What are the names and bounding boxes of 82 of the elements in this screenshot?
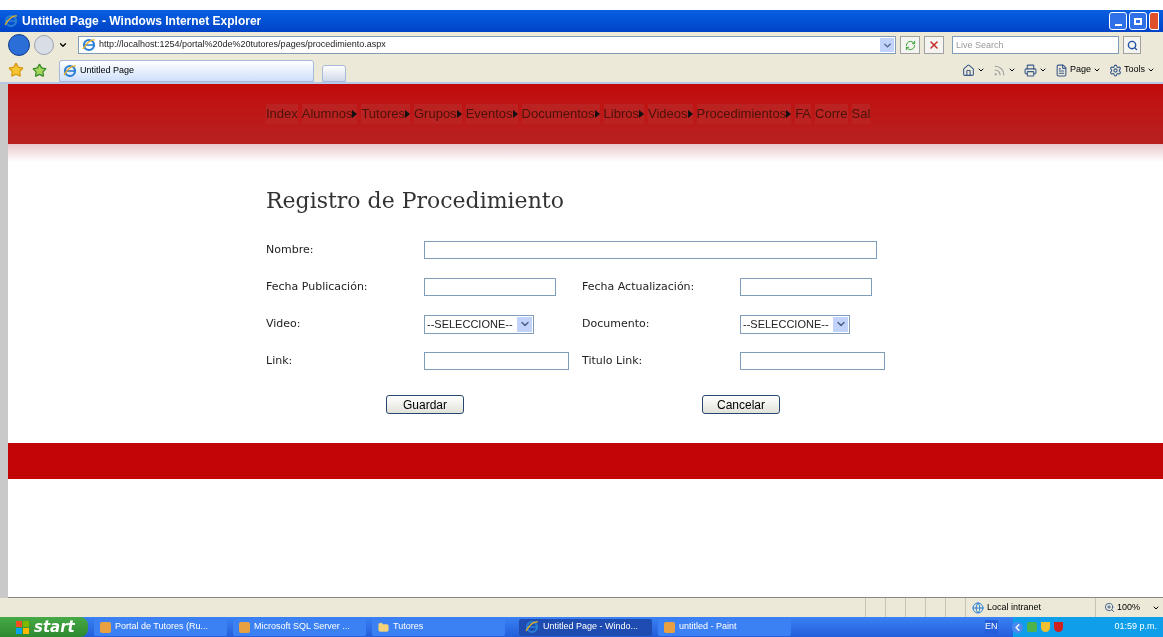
minimize-button[interactable]: [1109, 12, 1127, 30]
field-label: Nombre:: [266, 241, 315, 258]
caret-icon: [1038, 66, 1047, 74]
caret-icon: [1093, 66, 1101, 74]
network-icon: [1026, 622, 1037, 632]
taskbar-button[interactable]: Portal de Tutores (Ru...: [94, 618, 227, 636]
taskbar-button[interactable]: Untitled Page - Windo...: [519, 618, 652, 636]
browser-tab[interactable]: Untitled Page: [59, 60, 314, 82]
language-indicator: EN: [985, 620, 998, 634]
taskbar-button[interactable]: Microsoft SQL Server ...: [233, 618, 366, 636]
new-tab-button[interactable]: [322, 65, 346, 82]
close-button[interactable]: [1149, 12, 1159, 30]
feeds-button[interactable]: [992, 63, 1016, 77]
field-label: Fecha Actualización:: [582, 278, 696, 295]
field-label: Link:: [266, 352, 294, 369]
stop-button[interactable]: [924, 36, 944, 54]
dropdown[interactable]: --SELECCIONE--: [740, 314, 850, 334]
close-icon: [928, 39, 940, 51]
menu-item[interactable]: Corre: [815, 104, 848, 124]
dropdown[interactable]: --SELECCIONE--: [424, 314, 534, 334]
menu-item[interactable]: Tutores: [361, 104, 410, 124]
home-icon: [961, 63, 975, 77]
menu-item[interactable]: Documentos: [521, 104, 600, 124]
text-input[interactable]: [424, 352, 569, 370]
back-button[interactable]: [8, 34, 30, 56]
search-field[interactable]: Live Search: [952, 36, 1119, 54]
address-field[interactable]: http://localhost:1254/portal%20de%20tutores/pages/procedimiento.aspx: [78, 36, 896, 54]
caret-icon: [976, 66, 985, 74]
globe-icon: [972, 601, 984, 614]
favorites-star-icon[interactable]: [8, 62, 24, 78]
app-icon: [664, 621, 675, 633]
form-title: Registro de Procedimiento: [266, 187, 565, 215]
restore-button[interactable]: [1129, 12, 1147, 30]
cancel-button[interactable]: Cancelar: [702, 395, 780, 414]
add-favorite-icon[interactable]: [32, 62, 47, 78]
window-title: Untitled Page - Windows Internet Explorer: [22, 13, 262, 30]
page-icon: [82, 38, 96, 52]
app-icon: [100, 621, 111, 633]
page-icon: [1054, 63, 1068, 77]
gear-icon: [1109, 63, 1122, 77]
menu-item[interactable]: Procedimientos: [696, 104, 792, 124]
menu-item[interactable]: Index: [266, 104, 298, 124]
app-icon: [239, 621, 250, 633]
clock: 01:59 p.m.: [1114, 620, 1157, 634]
field-label: Documento:: [582, 315, 651, 332]
menu-item[interactable]: FA: [795, 104, 812, 124]
menu-item[interactable]: Eventos: [465, 104, 518, 124]
menu-item[interactable]: Sal: [851, 104, 871, 124]
print-button[interactable]: [1023, 63, 1047, 77]
text-input[interactable]: [740, 278, 872, 296]
field-label: Titulo Link:: [582, 352, 644, 369]
page-menu-button[interactable]: Page: [1054, 63, 1101, 77]
printer-icon: [1023, 63, 1037, 77]
feed-icon: [992, 63, 1006, 77]
home-button[interactable]: [961, 63, 985, 77]
menu-item[interactable]: Alumnos: [301, 104, 358, 124]
caret-icon: [1147, 66, 1155, 74]
taskbar-button[interactable]: untitled - Paint: [658, 618, 791, 636]
refresh-button[interactable]: [900, 36, 920, 54]
browser-logo-icon: [4, 14, 18, 28]
save-button[interactable]: Guardar: [386, 395, 464, 414]
zoom-icon: [1104, 602, 1115, 613]
taskbar-button[interactable]: Tutores: [372, 618, 505, 636]
text-input[interactable]: [424, 241, 877, 259]
refresh-icon: [904, 39, 916, 51]
page-icon: [63, 64, 77, 78]
start-button[interactable]: start: [0, 617, 88, 637]
text-input[interactable]: [424, 278, 556, 296]
menu-item[interactable]: Libros: [603, 104, 644, 124]
menu-item[interactable]: Videos: [648, 104, 693, 124]
field-label: Fecha Publicación:: [266, 278, 369, 295]
menu-item[interactable]: Grupos: [414, 104, 462, 124]
tray-expand-icon[interactable]: [1011, 621, 1023, 633]
search-button[interactable]: [1123, 36, 1141, 54]
caret-icon: [1007, 66, 1016, 74]
tools-menu-button[interactable]: Tools: [1109, 63, 1155, 77]
text-input[interactable]: [740, 352, 885, 370]
folder-icon: [378, 621, 389, 633]
app-icon: [525, 620, 539, 634]
field-label: Video:: [266, 315, 302, 332]
history-caret-icon[interactable]: [58, 40, 68, 50]
windows-logo-icon: [16, 620, 30, 634]
